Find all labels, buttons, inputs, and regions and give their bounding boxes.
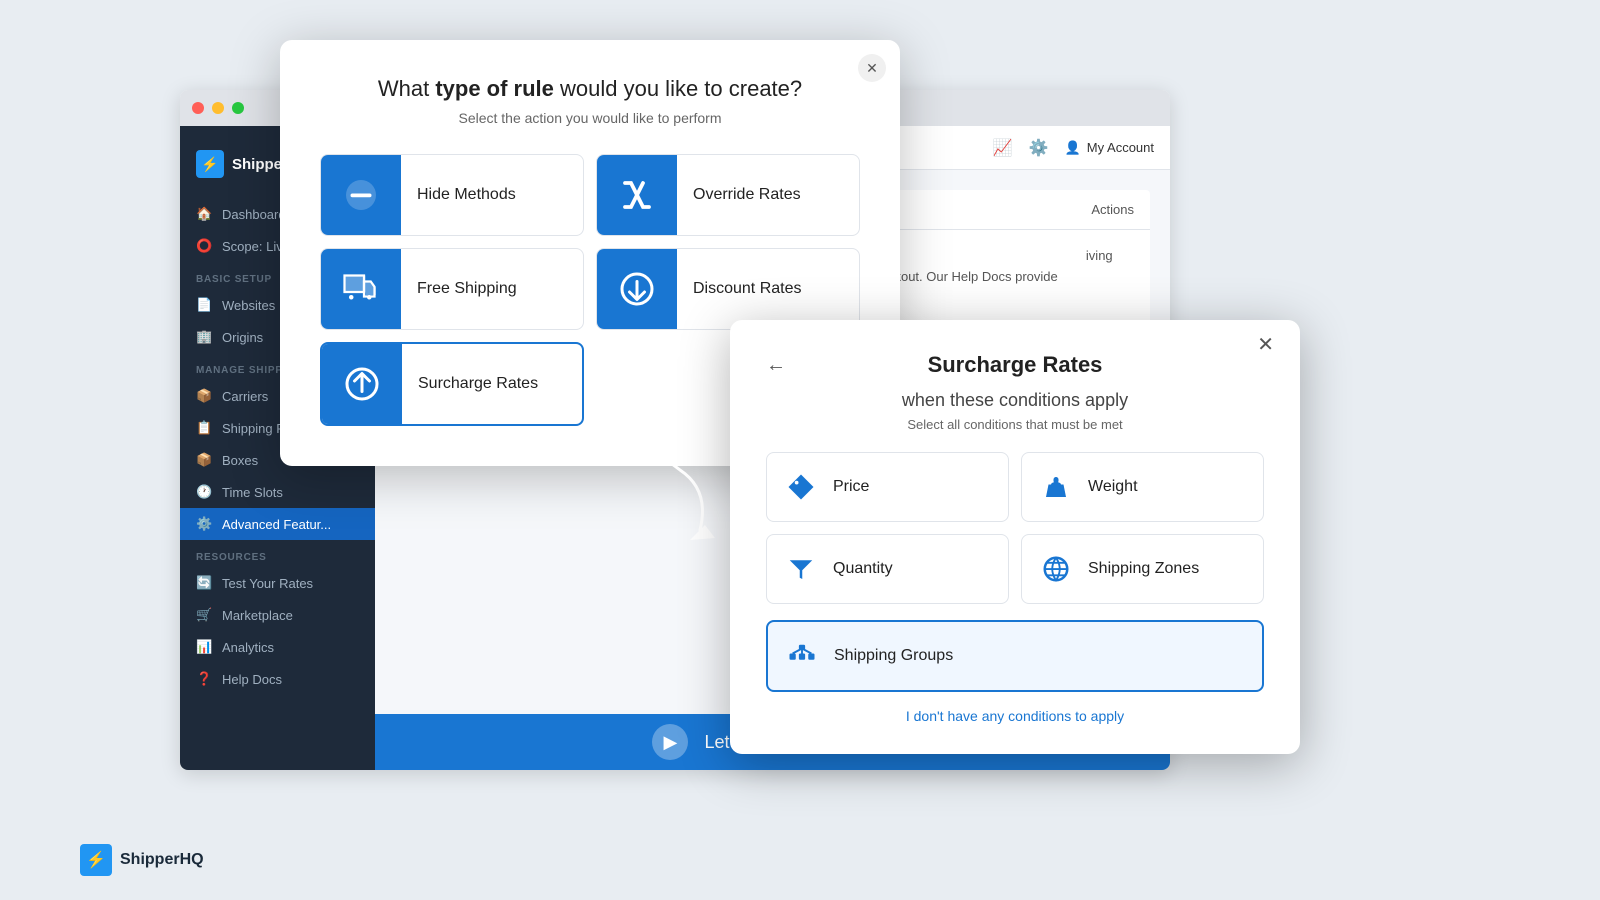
hide-methods-label: Hide Methods	[417, 186, 528, 204]
quantity-label: Quantity	[833, 560, 893, 578]
shuffle-icon	[619, 177, 655, 213]
help-banner-icon: ▶	[652, 724, 688, 760]
modal2-description: Select all conditions that must be met	[766, 417, 1264, 432]
help-docs-icon: ❓	[196, 671, 212, 687]
sidebar-item-label: Carriers	[222, 389, 268, 404]
rule-card-discount-rates[interactable]: Discount Rates	[596, 248, 860, 330]
origins-icon: 🏢	[196, 329, 212, 345]
free-shipping-label: Free Shipping	[417, 280, 529, 298]
settings-icon[interactable]: ⚙️	[1029, 138, 1049, 158]
sidebar-item-label: Websites	[222, 298, 275, 313]
account-label: My Account	[1087, 140, 1154, 155]
table-col-actions: Actions	[1091, 202, 1134, 217]
condition-card-weight[interactable]: Weight	[1021, 452, 1264, 522]
sidebar-item-help-docs[interactable]: ❓ Help Docs	[180, 663, 375, 695]
boxes-icon: 📦	[196, 452, 212, 468]
weight-label: Weight	[1088, 478, 1138, 496]
window-close-dot[interactable]	[192, 102, 204, 114]
no-conditions-container: I don't have any conditions to apply	[766, 708, 1264, 726]
override-rates-label: Override Rates	[693, 186, 813, 204]
bottom-logo: ⚡ ShipperHQ	[80, 844, 204, 876]
weight-icon	[1038, 469, 1074, 505]
truck-icon	[343, 271, 379, 307]
sidebar-item-time-slots[interactable]: 🕐 Time Slots	[180, 476, 375, 508]
arrow-up-circle-icon	[344, 366, 380, 402]
hide-methods-icon-box	[321, 155, 401, 235]
modal2-title: Surcharge Rates	[766, 352, 1264, 378]
logo-icon: ⚡	[196, 150, 224, 178]
tag-icon	[786, 472, 816, 502]
bottom-logo-icon: ⚡	[80, 844, 112, 876]
shipping-zones-label: Shipping Zones	[1088, 560, 1199, 578]
sidebar-item-label: Help Docs	[222, 672, 282, 687]
arrow-down-circle-icon	[619, 271, 655, 307]
modal2-back-button[interactable]: ←	[766, 354, 786, 377]
surcharge-rates-icon-box	[322, 344, 402, 424]
modal2-header: ← Surcharge Rates ✕	[766, 352, 1264, 378]
rule-card-hide-methods[interactable]: Hide Methods	[320, 154, 584, 236]
sidebar-item-analytics[interactable]: 📊 Analytics	[180, 631, 375, 663]
home-icon: 🏠	[196, 206, 212, 222]
chart-icon[interactable]: 📈	[993, 138, 1013, 158]
window-minimize-dot[interactable]	[212, 102, 224, 114]
advanced-icon: ⚙️	[196, 516, 212, 532]
modal1-subtitle: Select the action you would like to perf…	[320, 110, 860, 126]
modal1-title-bold: type of rule	[435, 76, 554, 101]
sidebar-item-label: Advanced Featur...	[222, 517, 331, 532]
surcharge-conditions-modal: ← Surcharge Rates ✕ when these condition…	[730, 320, 1300, 754]
sidebar-item-marketplace[interactable]: 🛒 Marketplace	[180, 599, 375, 631]
modal1-close-button[interactable]: ✕	[858, 54, 886, 82]
discount-rates-label: Discount Rates	[693, 280, 814, 298]
window-maximize-dot[interactable]	[232, 102, 244, 114]
sidebar-item-label: Boxes	[222, 453, 258, 468]
surcharge-rates-label: Surcharge Rates	[418, 375, 550, 393]
condition-card-quantity[interactable]: Quantity	[766, 534, 1009, 604]
websites-icon: 📄	[196, 297, 212, 313]
shipping-zones-icon	[1038, 551, 1074, 587]
price-icon	[783, 469, 819, 505]
sidebar-item-label: Origins	[222, 330, 263, 345]
analytics-icon: 📊	[196, 639, 212, 655]
quantity-icon	[783, 551, 819, 587]
rule-card-free-shipping[interactable]: Free Shipping	[320, 248, 584, 330]
test-rates-icon: 🔄	[196, 575, 212, 591]
my-account-button[interactable]: 👤 My Account	[1065, 140, 1154, 156]
condition-card-shipping-groups[interactable]: Shipping Groups	[766, 620, 1264, 692]
free-shipping-icon-box	[321, 249, 401, 329]
modal2-close-button[interactable]: ✕	[1257, 332, 1274, 357]
modal1-title: What type of rule would you like to crea…	[320, 76, 860, 102]
sidebar-item-test-rates[interactable]: 🔄 Test Your Rates	[180, 567, 375, 599]
sidebar-item-label: Analytics	[222, 640, 274, 655]
weight-scale-icon	[1041, 472, 1071, 502]
sidebar-item-label: Dashboard	[222, 207, 286, 222]
shipping-rules-icon: 📋	[196, 420, 212, 436]
carriers-icon: 📦	[196, 388, 212, 404]
marketplace-icon: 🛒	[196, 607, 212, 623]
shipping-groups-label: Shipping Groups	[834, 647, 953, 665]
condition-card-price[interactable]: Price	[766, 452, 1009, 522]
filter-icon	[786, 554, 816, 584]
groups-icon	[787, 641, 817, 671]
price-label: Price	[833, 478, 869, 496]
bottom-logo-text: ShipperHQ	[120, 851, 204, 869]
globe-icon	[1041, 554, 1071, 584]
condition-card-shipping-zones[interactable]: Shipping Zones	[1021, 534, 1264, 604]
sidebar-section-resources: RESOURCES	[180, 540, 375, 567]
override-rates-icon-box	[597, 155, 677, 235]
shipping-groups-icon	[784, 638, 820, 674]
scope-icon: ⭕	[196, 238, 212, 254]
no-conditions-link[interactable]: I don't have any conditions to apply	[906, 708, 1124, 724]
discount-rates-icon-box	[597, 249, 677, 329]
sidebar-item-label: Test Your Rates	[222, 576, 313, 591]
modal2-subtitle: when these conditions apply	[766, 390, 1264, 411]
account-icon: 👤	[1065, 140, 1081, 156]
rule-card-override-rates[interactable]: Override Rates	[596, 154, 860, 236]
sidebar-item-label: Marketplace	[222, 608, 293, 623]
rule-card-surcharge-rates[interactable]: Surcharge Rates	[320, 342, 584, 426]
conditions-grid: Price Weight Quantity	[766, 452, 1264, 604]
sidebar-item-label: Time Slots	[222, 485, 283, 500]
sidebar-item-advanced-features[interactable]: ⚙️ Advanced Featur...	[180, 508, 375, 540]
time-slots-icon: 🕐	[196, 484, 212, 500]
minus-icon	[343, 177, 379, 213]
